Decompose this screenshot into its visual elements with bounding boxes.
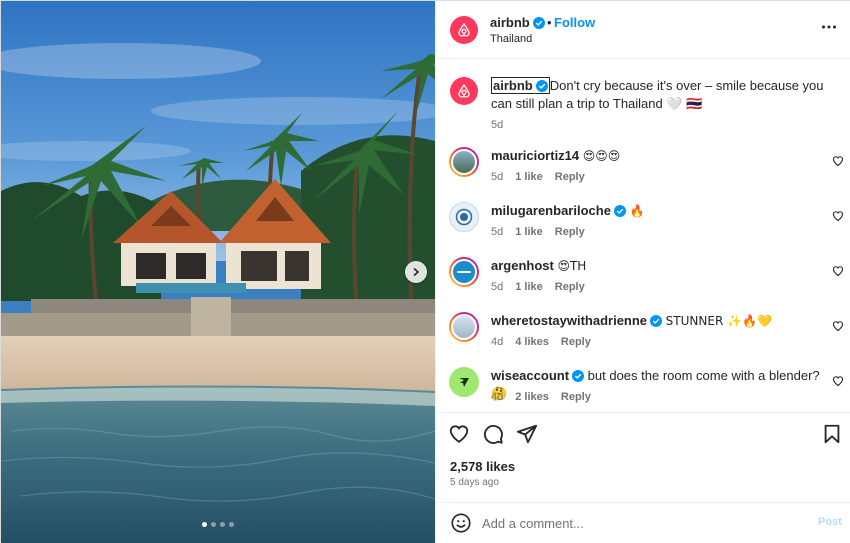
save-bookmark-icon[interactable] <box>821 423 843 445</box>
carousel-dot <box>220 522 225 527</box>
carousel-dots <box>1 522 435 527</box>
reply-button[interactable]: Reply <box>561 336 591 348</box>
post-actions: 2,578 likes 5 days ago <box>436 412 850 502</box>
verified-badge-icon <box>532 17 545 29</box>
comment-meta: 5d 1 like Reply <box>491 281 585 293</box>
like-comment-heart-icon[interactable] <box>832 210 844 222</box>
comment-username[interactable]: argenhost <box>491 258 554 273</box>
comment-meta: 4d 2 likes Reply <box>491 391 591 403</box>
comment-item: argenhost 😍TH 5d 1 like Reply <box>436 257 850 307</box>
share-paper-plane-icon[interactable] <box>516 423 538 445</box>
commenter-avatar[interactable] <box>449 147 479 177</box>
comment-likes[interactable]: 4 likes <box>515 336 549 348</box>
airbnb-logo-icon <box>458 83 470 98</box>
comment-username[interactable]: wiseaccount <box>491 368 569 383</box>
post-dialog: airbnb • Follow Thailand airbnb Don't cry… <box>0 0 850 543</box>
comment-username[interactable]: milugarenbariloche <box>491 203 611 218</box>
comment-time[interactable]: 5d <box>491 226 503 238</box>
commenter-avatar[interactable] <box>449 312 479 342</box>
author-username[interactable]: airbnb <box>490 15 545 30</box>
chevron-right-icon <box>413 267 420 277</box>
verified-badge-icon <box>572 370 585 382</box>
wise-logo-icon <box>459 378 469 387</box>
airbnb-logo-icon <box>458 22 470 37</box>
post-caption: airbnb Don't cry because it's over – smil… <box>436 77 850 137</box>
post-side-panel: airbnb • Follow Thailand airbnb Don't cry… <box>435 1 850 543</box>
reply-button[interactable]: Reply <box>555 226 585 238</box>
caption-meta: 5d <box>491 119 503 131</box>
author-username-text[interactable]: airbnb <box>490 15 530 30</box>
like-comment-heart-icon[interactable] <box>832 320 844 332</box>
post-location[interactable]: Thailand <box>490 33 532 45</box>
comment-username[interactable]: wheretostaywithadrienne <box>491 313 647 328</box>
reply-button[interactable]: Reply <box>555 171 585 183</box>
like-comment-heart-icon[interactable] <box>832 375 844 387</box>
emoji-smile-icon[interactable] <box>450 512 472 534</box>
comment-text: 😍TH <box>557 259 587 273</box>
post-comment-button[interactable]: Post <box>818 516 842 528</box>
comment-likes[interactable]: 1 like <box>515 226 543 238</box>
reply-button[interactable]: Reply <box>555 281 585 293</box>
reply-button[interactable]: Reply <box>561 391 591 403</box>
comment-meta: 5d 1 like Reply <box>491 226 585 238</box>
argenhost-logo-icon <box>457 271 471 273</box>
carousel-dot-active <box>202 522 207 527</box>
comment-likes[interactable]: 1 like <box>515 281 543 293</box>
verified-badge-icon <box>613 205 626 217</box>
likes-count[interactable]: 2,578 likes <box>450 459 515 474</box>
badge-logo-icon <box>455 208 473 226</box>
verified-badge-icon <box>535 80 548 92</box>
caption-username[interactable]: airbnb <box>491 77 550 94</box>
villa-beach-image <box>1 1 435 543</box>
comment-time[interactable]: 5d <box>491 171 503 183</box>
caption-time[interactable]: 5d <box>491 119 503 131</box>
comment-meta: 5d 1 like Reply <box>491 171 585 183</box>
verified-badge-icon <box>650 315 663 327</box>
comment-bubble-icon[interactable] <box>482 423 504 445</box>
caption-username-text[interactable]: airbnb <box>493 78 533 93</box>
comment-text: STUNNER ✨🔥💛 <box>665 314 772 328</box>
comment-likes[interactable]: 2 likes <box>515 391 549 403</box>
comment-time[interactable]: 5d <box>491 281 503 293</box>
like-comment-heart-icon[interactable] <box>832 155 844 167</box>
like-heart-icon[interactable] <box>448 423 470 445</box>
comment-item: wiseaccount but does the room come with … <box>436 367 850 417</box>
comment-item: mauriciortiz14 😍😍😍 5d 1 like Reply <box>436 147 850 197</box>
comment-time[interactable]: 4d <box>491 336 503 348</box>
add-comment-input[interactable] <box>482 512 802 534</box>
commenter-avatar[interactable] <box>449 367 479 397</box>
caption-avatar[interactable] <box>450 77 478 105</box>
post-photo[interactable] <box>1 1 435 543</box>
add-comment-bar: Post <box>436 502 850 543</box>
carousel-dot <box>211 522 216 527</box>
next-photo-button[interactable] <box>405 261 427 283</box>
post-timestamp[interactable]: 5 days ago <box>450 477 499 488</box>
carousel-dot <box>229 522 234 527</box>
comment-item: milugarenbariloche 🔥 5d 1 like Reply <box>436 202 850 252</box>
post-header: airbnb • Follow Thailand <box>436 1 850 59</box>
comment-username[interactable]: mauriciortiz14 <box>491 148 579 163</box>
comment-text: 😍😍😍 <box>582 149 621 163</box>
author-avatar[interactable] <box>450 16 478 44</box>
comments-list[interactable]: airbnb Don't cry because it's over – smil… <box>436 60 850 412</box>
comment-likes[interactable]: 1 like <box>515 171 543 183</box>
separator-bullet: • <box>547 15 552 30</box>
comment-item: wheretostaywithadrienne STUNNER ✨🔥💛 4d 4… <box>436 312 850 362</box>
comment-text: 🔥 <box>629 204 645 218</box>
commenter-avatar[interactable] <box>449 257 479 287</box>
follow-button[interactable]: Follow <box>554 15 595 30</box>
comment-time[interactable]: 4d <box>491 391 503 403</box>
comment-meta: 4d 4 likes Reply <box>491 336 591 348</box>
commenter-avatar[interactable] <box>449 202 479 232</box>
more-horizontal-icon[interactable] <box>821 19 837 35</box>
like-comment-heart-icon[interactable] <box>832 265 844 277</box>
